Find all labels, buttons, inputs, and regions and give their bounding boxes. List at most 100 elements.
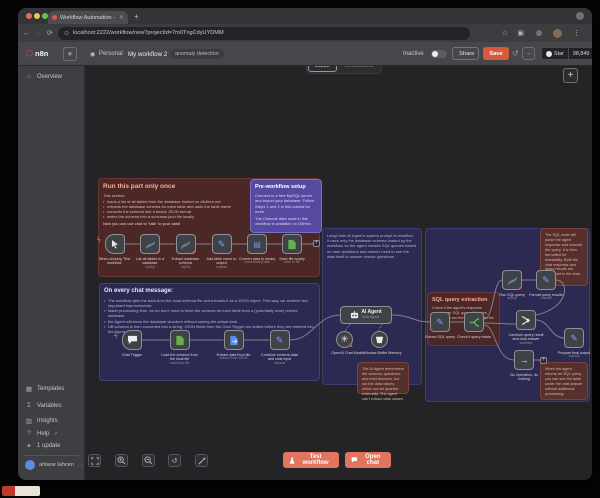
node-format-results[interactable]: ✎ <box>536 270 556 290</box>
node-add-table-name[interactable]: ✎ <box>212 234 232 254</box>
node-label: Chat Trigger <box>112 353 152 357</box>
node-prepare-final-output[interactable]: ✎ <box>564 328 584 348</box>
workflow-tag[interactable]: anomaly detection <box>170 49 224 59</box>
sidebar-user-row[interactable]: ahlane lahcen … <box>25 460 84 470</box>
new-tab-button[interactable]: + <box>134 12 139 22</box>
workflow-menu-button[interactable]: ... <box>522 47 535 60</box>
node-ai-agent[interactable]: AI AgentTools Agent <box>340 306 392 324</box>
sidebar-divider <box>24 455 79 456</box>
warning-icon: ▲ <box>349 344 353 349</box>
node-load-schema[interactable] <box>170 330 190 350</box>
workflow-canvas[interactable]: Editor Executions + LangChain AI Agent's… <box>85 66 592 480</box>
node-check-query-exists[interactable] <box>464 312 484 332</box>
sticky-chat-table-note[interactable]: When the agent returns an SQL query, you… <box>540 362 588 400</box>
browser-tab[interactable]: Workflow Automation - n8n ✕ <box>48 11 128 24</box>
tidy-up-button[interactable] <box>195 454 208 467</box>
sidebar-item-updates[interactable]: ✦ 1 update <box>25 442 60 450</box>
variables-icon: Σ <box>25 402 33 409</box>
add-panel-button[interactable]: + <box>63 47 77 61</box>
n8n-logo[interactable]: ⬡ n8n <box>26 49 48 58</box>
insights-icon: ▥ <box>25 417 33 425</box>
tab-strip-profile-icon[interactable] <box>576 12 584 20</box>
user-menu-icon[interactable]: … <box>78 462 84 468</box>
sticky-pre-setup[interactable]: Pre-workflow setup Connect to a free MyS… <box>250 179 322 233</box>
back-icon[interactable]: ← <box>23 30 30 37</box>
breadcrumb-project[interactable]: Personal <box>99 51 123 57</box>
sidebar-item-insights[interactable]: ▥ Insights <box>25 417 58 425</box>
node-manual-trigger[interactable] <box>105 234 125 254</box>
pencil-icon: ✎ <box>436 317 444 328</box>
share-button[interactable]: Share <box>452 47 479 60</box>
node-extract-file[interactable] <box>224 330 244 350</box>
node-chat-trigger[interactable] <box>122 330 142 350</box>
sidebar-item-variables[interactable]: Σ Variables <box>25 402 62 409</box>
home-icon: ⌂ <box>25 73 33 80</box>
binary-data-icon: ▤ <box>253 240 261 249</box>
node-extract-sql[interactable]: ✎ <box>430 312 450 332</box>
address-bar[interactable]: ⊙ localhost:2222/workflow/new?projectId=… <box>58 27 470 40</box>
warning-icon: ▲ <box>156 250 160 255</box>
background-window-fragment-white <box>15 486 40 496</box>
tab-title: Workflow Automation - n8n <box>60 15 116 21</box>
node-convert-binary[interactable]: ▤ <box>247 234 267 254</box>
pencil-icon: ✎ <box>570 333 578 344</box>
bookmark-star-icon[interactable]: ☆ <box>502 29 508 37</box>
sidebar-item-help[interactable]: ? Help ↗ <box>25 430 58 437</box>
warning-icon: ▲ <box>192 250 196 255</box>
github-star-count: 98,849 <box>568 48 592 59</box>
forward-icon[interactable]: → <box>35 30 42 37</box>
node-label: Extract database schemamySql <box>166 257 206 269</box>
browser-toolbar: ← → ⟳ ⊙ localhost:2222/workflow/new?proj… <box>18 24 592 42</box>
node-save-file[interactable] <box>282 234 302 254</box>
canvas-add-node-button[interactable]: + <box>563 68 578 83</box>
view-tabs: Editor Executions <box>306 66 382 74</box>
save-button[interactable]: Save <box>483 47 509 60</box>
sidebar-item-overview[interactable]: ⌂ Overview <box>25 73 62 80</box>
reset-zoom-button[interactable]: ↺ <box>168 454 181 467</box>
browser-menu-icon[interactable]: ⋮ <box>573 29 580 37</box>
connector-endpoint[interactable]: + <box>313 240 320 247</box>
reload-icon[interactable]: ⟳ <box>47 29 53 37</box>
trigger-bolt-icon[interactable]: ϟ <box>114 333 118 340</box>
zoom-in-icon <box>117 456 126 465</box>
user-name: ahlane lahcen <box>39 462 74 468</box>
workflow-name[interactable]: My workflow 2 <box>128 51 167 58</box>
merge-icon <box>521 315 532 326</box>
github-icon <box>546 51 552 57</box>
tab-close-icon[interactable]: ✕ <box>119 14 124 21</box>
node-combine-schema-chat[interactable]: ✎ <box>270 330 290 350</box>
active-toggle[interactable] <box>431 50 447 58</box>
node-no-operation[interactable]: → <box>514 350 534 370</box>
zoom-out-button[interactable] <box>142 454 155 467</box>
file-icon <box>287 239 297 250</box>
downloads-icon[interactable]: ◍ <box>536 29 542 37</box>
site-info-icon[interactable]: ⊙ <box>64 30 69 37</box>
github-star-widget[interactable]: Star 98,849 <box>541 47 592 60</box>
cursor-icon <box>110 239 120 249</box>
open-chat-button[interactable]: Open chat <box>345 452 391 468</box>
pencil-icon: ✎ <box>218 239 226 250</box>
connector-endpoint[interactable]: + <box>540 357 547 364</box>
background-window-fragment-red <box>2 486 15 496</box>
agent-sub-label: Tools Agent <box>361 316 379 320</box>
github-star-label: Star <box>554 51 564 57</box>
trigger-bolt-icon[interactable]: ϟ <box>97 237 101 244</box>
history-icon[interactable]: ↺ <box>512 49 519 58</box>
chat-bubble-icon <box>127 335 138 345</box>
close-window-button[interactable] <box>26 13 32 19</box>
fit-view-button[interactable] <box>88 454 101 467</box>
minimize-window-button[interactable] <box>34 13 40 19</box>
browser-profile-avatar[interactable] <box>553 29 562 38</box>
tab-executions[interactable]: Executions <box>339 66 379 71</box>
warning-icon: ▲ <box>518 286 522 291</box>
zoom-in-button[interactable] <box>115 454 128 467</box>
sidebar-item-templates[interactable]: ▦ Templates <box>25 385 64 393</box>
node-combine-result-answer[interactable] <box>516 310 536 330</box>
extensions-icon[interactable]: ▣ <box>517 29 524 37</box>
fit-view-icon <box>91 457 99 465</box>
node-label: Window Buffer Memory <box>363 351 403 355</box>
node-window-buffer-memory[interactable] <box>371 331 388 348</box>
sticky-agent-memory[interactable]: The AI Agent remembers the schema, quest… <box>357 362 409 394</box>
test-workflow-button[interactable]: Test workflow <box>283 452 339 468</box>
tab-editor[interactable]: Editor <box>308 66 337 72</box>
